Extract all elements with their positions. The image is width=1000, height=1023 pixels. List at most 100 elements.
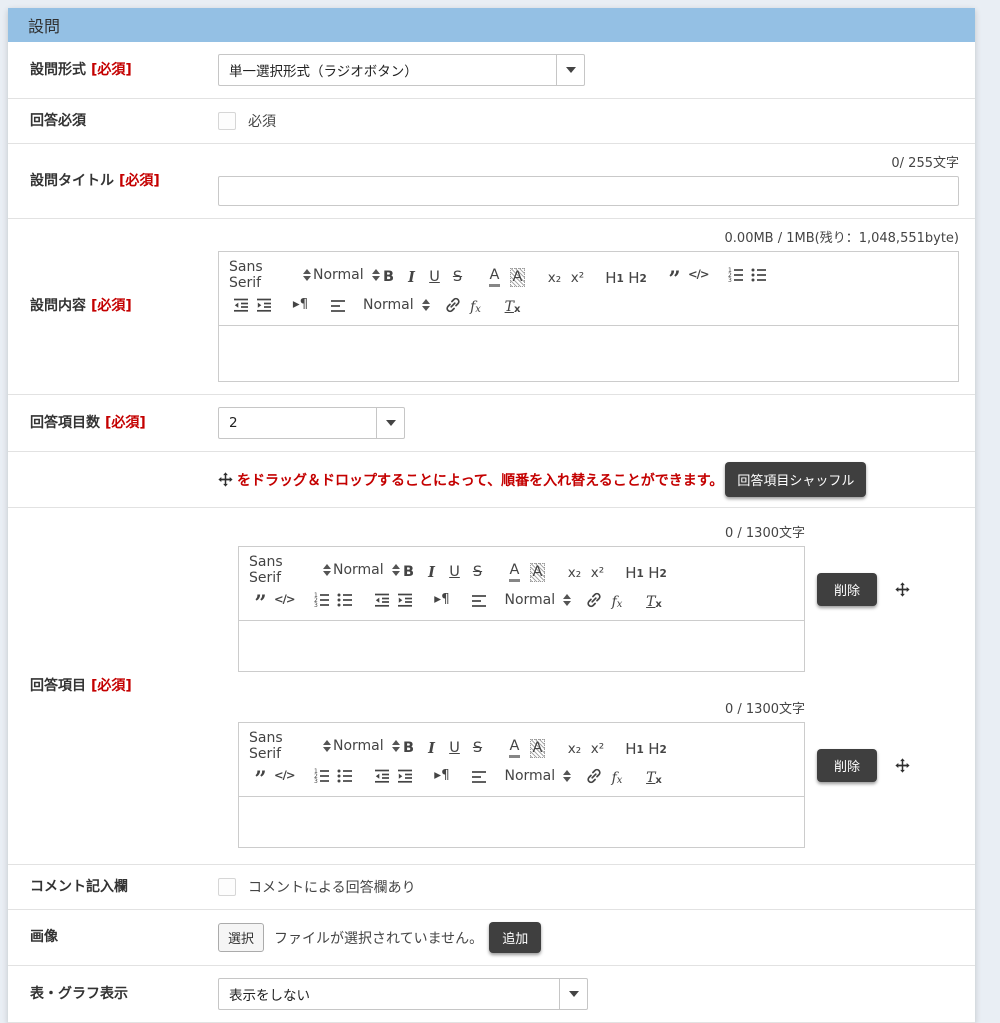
strikethrough-button[interactable]: S [446,264,469,287]
header-picker[interactable]: Normal [333,562,395,578]
delete-item-button[interactable]: 削除 [817,573,877,606]
question-format-select[interactable]: 単一選択形式（ラジオボタン） [218,54,585,86]
bullet-list-button[interactable] [333,588,356,611]
underline-button[interactable]: U [423,264,446,287]
highlight-color-button[interactable]: A [506,264,529,287]
indent-button[interactable] [393,764,416,787]
heading2-button[interactable]: H2 [646,559,669,582]
header-picker[interactable]: Normal [333,738,395,754]
table-graph-label: 表・グラフ表示 [30,985,128,1003]
indent-button[interactable] [252,293,275,316]
font-picker[interactable]: Sans Serif [229,259,311,291]
heading1-button[interactable]: H1 [623,559,646,582]
drag-handle[interactable] [895,582,910,597]
text-color-button[interactable]: A [503,559,526,582]
editor-content[interactable] [239,797,804,847]
chevron-down-icon[interactable] [376,408,404,438]
outdent-button[interactable] [370,588,393,611]
clean-format-button[interactable]: Tx [642,764,665,787]
chevron-down-icon[interactable] [559,979,587,1009]
editor-content[interactable] [219,326,958,381]
blockquote-button[interactable]: ” [663,264,686,287]
code-block-button[interactable]: </> [686,264,710,287]
heading1-button[interactable]: H1 [623,735,646,758]
updown-icon [323,740,331,752]
font-picker[interactable]: Sans Serif [249,554,331,586]
chevron-down-icon[interactable] [556,55,584,85]
formula-button[interactable]: fx [605,764,628,787]
size-picker[interactable]: Normal [504,768,568,784]
italic-button[interactable]: I [400,264,423,287]
text-direction-button[interactable]: ▸¶ [430,588,453,611]
bold-button[interactable]: B [397,559,420,582]
strikethrough-button[interactable]: S [466,559,489,582]
indent-button[interactable] [393,588,416,611]
answer-required-checkbox[interactable] [218,112,236,130]
size-picker-label: Normal [504,768,555,784]
question-title-input[interactable] [218,176,959,206]
size-picker[interactable]: Normal [504,592,568,608]
ordered-list-button[interactable]: 123 [310,588,333,611]
answer-item-count-select[interactable]: 2 [218,407,405,439]
highlight-color-button[interactable]: A [526,735,549,758]
formula-button[interactable]: fx [605,588,628,611]
clean-format-button[interactable]: Tx [642,588,665,611]
text-direction-button[interactable]: ▸¶ [289,293,312,316]
align-button[interactable] [326,293,349,316]
block-group: ” </> [249,764,296,787]
link-button[interactable] [582,764,605,787]
align-button[interactable] [467,764,490,787]
ordered-list-button[interactable]: 123 [724,264,747,287]
bold-button[interactable]: B [377,264,400,287]
clean-format-button[interactable]: Tx [501,293,524,316]
add-image-button[interactable]: 追加 [489,922,541,953]
blockquote-button[interactable]: ” [249,764,272,787]
file-select-button[interactable]: 選択 [218,923,264,952]
drag-handle[interactable] [895,758,910,773]
align-group [467,764,490,787]
align-button[interactable] [467,588,490,611]
bullet-list-button[interactable] [747,264,770,287]
code-block-button[interactable]: </> [272,764,296,787]
ordered-list-icon: 123 [313,591,331,609]
subscript-button[interactable]: x₂ [543,264,566,287]
superscript-button[interactable]: x² [586,559,609,582]
strikethrough-button[interactable]: S [466,735,489,758]
italic-button[interactable]: I [420,735,443,758]
question-content-editor: Sans Serif Normal B I U S A A x₂ x² H1 H… [218,251,959,382]
formula-button[interactable]: fx [464,293,487,316]
text-color-button[interactable]: A [503,735,526,758]
table-graph-select[interactable]: 表示をしない [218,978,588,1010]
delete-item-button[interactable]: 削除 [817,749,877,782]
underline-button[interactable]: U [443,559,466,582]
ordered-list-button[interactable]: 123 [310,764,333,787]
heading2-button[interactable]: H2 [646,735,669,758]
outdent-button[interactable] [229,293,252,316]
highlight-color-button[interactable]: A [526,559,549,582]
size-picker[interactable]: Normal [363,297,427,313]
bold-button[interactable]: B [397,735,420,758]
shuffle-answer-items-button[interactable]: 回答項目シャッフル [725,462,866,497]
link-button[interactable] [441,293,464,316]
text-direction-button[interactable]: ▸¶ [430,764,453,787]
underline-button[interactable]: U [443,735,466,758]
subscript-button[interactable]: x₂ [563,559,586,582]
editor-content[interactable] [239,621,804,671]
text-color-button[interactable]: A [483,264,506,287]
heading1-button[interactable]: H1 [603,264,626,287]
blockquote-button[interactable]: ” [249,588,272,611]
link-button[interactable] [582,588,605,611]
outdent-button[interactable] [370,764,393,787]
link-icon [585,591,603,609]
heading2-button[interactable]: H2 [626,264,649,287]
comment-field-checkbox[interactable] [218,878,236,896]
subscript-button[interactable]: x₂ [563,735,586,758]
font-picker[interactable]: Sans Serif [249,730,331,762]
header-picker[interactable]: Normal [313,267,375,283]
superscript-button[interactable]: x² [586,735,609,758]
code-block-button[interactable]: </> [272,588,296,611]
superscript-button[interactable]: x² [566,264,589,287]
bullet-list-button[interactable] [333,764,356,787]
italic-button[interactable]: I [420,559,443,582]
editor-toolbar: Sans Serif Normal B I U S A A x₂ x² H1 H… [239,547,804,621]
